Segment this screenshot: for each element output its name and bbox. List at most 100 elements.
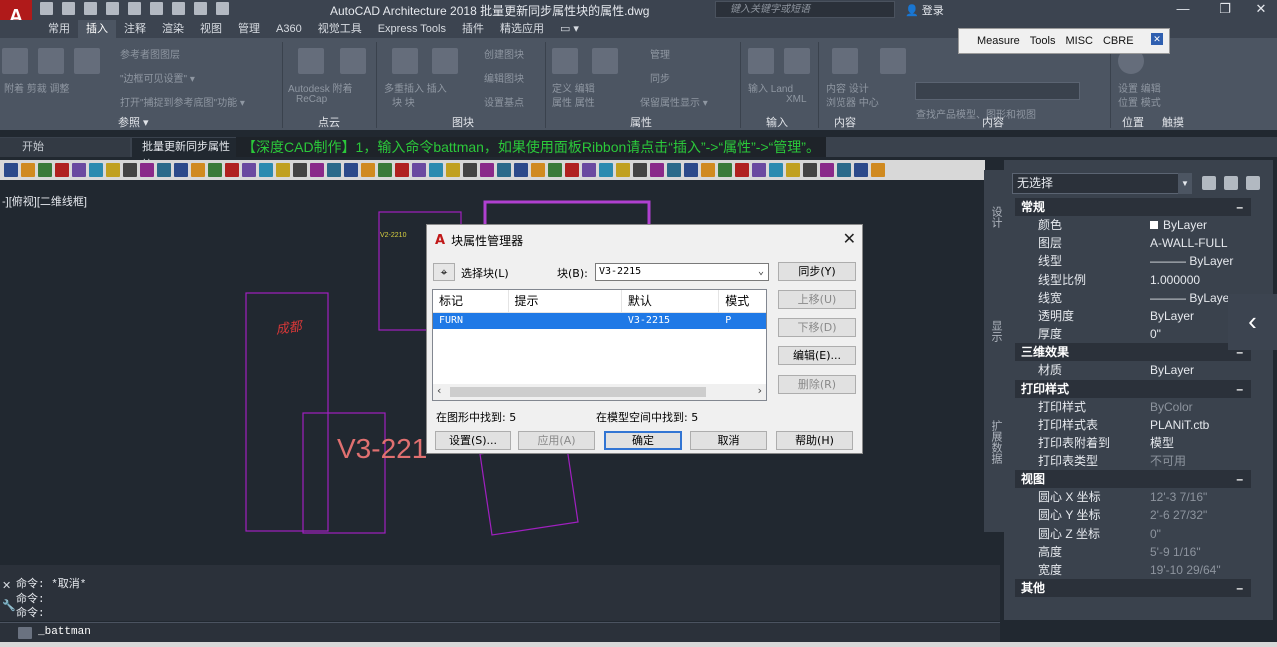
wrench-icon[interactable]: 🔧 (2, 599, 16, 612)
tool-icon[interactable] (38, 163, 52, 177)
multi-insert-icon[interactable] (392, 48, 418, 74)
insert-block-icon[interactable] (432, 48, 458, 74)
tool-icon[interactable] (208, 163, 222, 177)
delete-button[interactable]: 删除(R) (778, 375, 856, 394)
chevron-left-icon[interactable]: ‹ (1228, 294, 1277, 350)
ribbon-tab[interactable]: 插入 (78, 20, 116, 38)
tool-icon[interactable] (429, 163, 443, 177)
attach-icon[interactable] (2, 48, 28, 74)
selection-dropdown[interactable]: 无选择 ▼ (1012, 173, 1192, 194)
property-section-header[interactable]: 三维效果 – (1015, 343, 1251, 362)
table-row[interactable]: FURN V3-2215 P (433, 313, 766, 329)
ok-button[interactable]: 确定 (604, 431, 682, 450)
minimize-button[interactable]: — (1168, 1, 1198, 16)
collapse-icon[interactable]: – (1236, 380, 1243, 398)
tool-icon[interactable] (599, 163, 613, 177)
tool-icon[interactable] (548, 163, 562, 177)
property-row[interactable]: 厚度 0" (1015, 325, 1251, 343)
tool-icon[interactable] (140, 163, 154, 177)
settings-button[interactable]: 设置(S)... (435, 431, 511, 450)
sync-button[interactable]: 同步(Y) (778, 262, 856, 281)
tool-icon[interactable] (378, 163, 392, 177)
palette-tab-display[interactable]: 显示 (984, 320, 1004, 342)
panel-title-reference[interactable]: 参照 ▾ (118, 114, 149, 130)
command-line[interactable]: _battman (0, 622, 1000, 642)
property-section-header[interactable]: 常规 – (1015, 198, 1251, 216)
tool-icon[interactable] (752, 163, 766, 177)
tool-icon[interactable] (293, 163, 307, 177)
property-row[interactable]: 颜色 ByLayer (1015, 216, 1251, 234)
property-section-header[interactable]: 其他 – (1015, 579, 1251, 598)
close-icon[interactable]: ✕ (1151, 33, 1163, 45)
tool-icon[interactable] (344, 163, 358, 177)
property-row[interactable]: 线型比例 1.000000 (1015, 271, 1251, 289)
move-up-button[interactable]: 上移(U) (778, 290, 856, 309)
print-icon[interactable] (128, 2, 141, 15)
collapse-icon[interactable]: – (1236, 579, 1243, 597)
property-row[interactable]: 线宽 ——— ByLayer (1015, 289, 1251, 307)
login-button[interactable]: 👤 登录 (905, 2, 944, 18)
horizontal-scrollbar[interactable]: ‹ › (433, 384, 766, 400)
toolbar-misc[interactable]: MISC (1065, 35, 1093, 47)
property-row[interactable]: 线型 ——— ByLayer (1015, 252, 1251, 270)
tool-icon[interactable] (582, 163, 596, 177)
attribute-table[interactable]: 标记 提示 默认 模式 FURN V3-2215 P ‹ › (432, 289, 767, 401)
tool-icon[interactable] (242, 163, 256, 177)
tool-icon[interactable] (718, 163, 732, 177)
close-icon[interactable]: ✕ (2, 579, 11, 592)
property-row[interactable]: 图层 A-WALL-FULL (1015, 234, 1251, 252)
collapse-icon[interactable]: – (1236, 470, 1243, 488)
ribbon-tab[interactable]: 注释 (116, 20, 154, 38)
land-xml-icon[interactable] (784, 48, 810, 74)
define-attribute-icon[interactable] (552, 48, 578, 74)
tool-icon[interactable] (259, 163, 273, 177)
ribbon-tab[interactable]: 精选应用 (492, 20, 552, 38)
apply-button[interactable]: 应用(A) (518, 431, 595, 450)
tool-icon[interactable] (106, 163, 120, 177)
tool-icon[interactable] (412, 163, 426, 177)
tool-icon[interactable] (191, 163, 205, 177)
tool-icon[interactable] (89, 163, 103, 177)
tool-icon[interactable] (174, 163, 188, 177)
column-tag[interactable]: 标记 (433, 290, 509, 312)
tool-icon[interactable] (514, 163, 528, 177)
scroll-thumb[interactable] (450, 387, 706, 397)
toolbar-measure[interactable]: Measure (977, 35, 1020, 47)
ribbon-tab[interactable]: 常用 (40, 20, 78, 38)
tool-icon[interactable] (276, 163, 290, 177)
tool-icon[interactable] (633, 163, 647, 177)
tool-icon[interactable] (157, 163, 171, 177)
tool-icon[interactable] (701, 163, 715, 177)
pick-block-button[interactable]: ⌖ (433, 263, 455, 281)
tool-icon[interactable] (446, 163, 460, 177)
help-button[interactable]: 帮助(H) (776, 431, 853, 450)
tool-icon[interactable] (361, 163, 375, 177)
save-as-icon[interactable] (106, 2, 119, 15)
toolbar-cbre[interactable]: CBRE (1103, 35, 1134, 47)
restore-button[interactable]: ❐ (1210, 1, 1240, 17)
property-row[interactable]: 圆心 Y 坐标 2'-6 27/32" (1015, 506, 1251, 524)
block-dropdown[interactable]: V3-2215 ⌄ (595, 263, 769, 281)
ribbon-tab[interactable]: A360 (268, 20, 310, 38)
property-row[interactable]: 打印表附着到 模型 (1015, 434, 1251, 452)
open-file-icon[interactable] (62, 2, 75, 15)
tool-icon[interactable] (820, 163, 834, 177)
content-browser-icon[interactable] (832, 48, 858, 74)
ribbon-tab[interactable]: 管理 (230, 20, 268, 38)
tool-icon[interactable] (531, 163, 545, 177)
tool-icon[interactable] (616, 163, 630, 177)
tool-icon[interactable] (837, 163, 851, 177)
property-row[interactable]: 透明度 ByLayer (1015, 307, 1251, 325)
point-cloud-attach-icon[interactable] (340, 48, 366, 74)
dialog-close-button[interactable]: ✕ (843, 229, 856, 248)
select-objects-icon[interactable] (1224, 176, 1238, 190)
ribbon-tab[interactable]: Express Tools (370, 20, 454, 38)
toolbar-tools[interactable]: Tools (1030, 35, 1056, 47)
ribbon-tab[interactable]: 渲染 (154, 20, 192, 38)
share-icon[interactable] (194, 2, 207, 15)
import-icon[interactable] (748, 48, 774, 74)
property-section-header[interactable]: 视图 – (1015, 470, 1251, 489)
clip-icon[interactable] (38, 48, 64, 74)
select-block-label[interactable]: 选择块(L) (461, 265, 509, 281)
tool-icon[interactable] (21, 163, 35, 177)
